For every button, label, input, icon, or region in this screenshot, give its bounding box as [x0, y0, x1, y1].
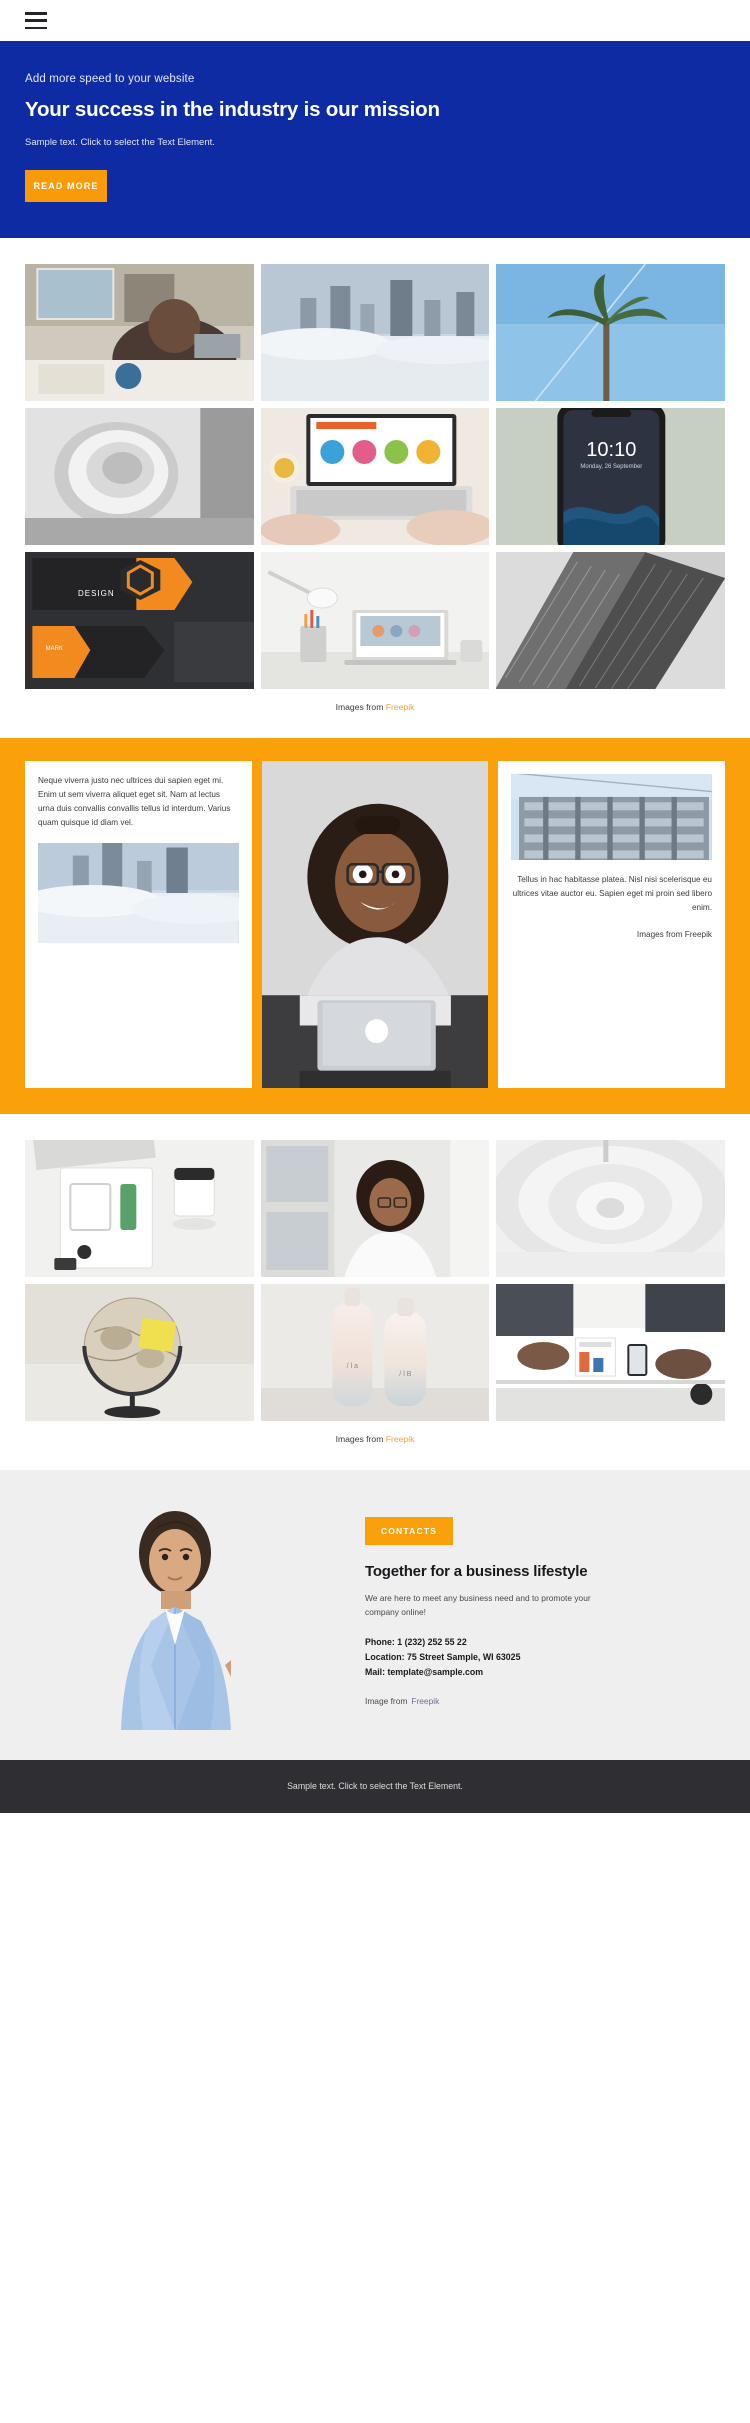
gallery-image-8[interactable]	[260, 552, 490, 689]
gallery-image-4[interactable]	[25, 408, 254, 545]
gallery-image-5[interactable]	[260, 408, 490, 545]
gallery2-image-2[interactable]	[260, 1140, 490, 1278]
gallery-image-6[interactable]: 10:10 Monday, 26 September	[496, 408, 725, 545]
gallery-image-3[interactable]	[496, 264, 725, 401]
feature-card-right: Tellus in hac habitasse platea. Nisl nis…	[498, 761, 725, 1089]
hamburger-bar-1	[25, 12, 47, 15]
gallery2-image-1[interactable]	[25, 1140, 254, 1278]
contact-mail: Mail: template@sample.com	[365, 1666, 484, 1677]
freepik-link-3[interactable]: Freepik	[411, 1696, 439, 1706]
hero-title: Your success in the industry is our miss…	[25, 98, 440, 121]
gallery2-image-4[interactable]	[25, 1284, 254, 1422]
gallery-one-grid: 10:10 Monday, 26 September DESIGN MARK	[25, 264, 725, 689]
feature-left-text: Neque viverra justo nec ultrices dui sap…	[38, 776, 231, 828]
read-more-button[interactable]: READ MORE	[25, 170, 107, 202]
footer: Sample text. Click to select the Text El…	[0, 1760, 750, 1814]
gallery-one-credit: Images from Freepik	[25, 689, 725, 738]
gallery2-image-3[interactable]	[496, 1140, 725, 1278]
hamburger-menu-icon[interactable]	[25, 12, 47, 29]
contact-heading: Together for a business lifestyle	[365, 1563, 588, 1581]
page-root: Add more speed to your website Your succ…	[0, 0, 750, 1814]
hamburger-bar-2	[25, 19, 47, 22]
gallery2-image-5[interactable]: / l a / l B	[260, 1284, 490, 1422]
gallery-image-7[interactable]: DESIGN MARK	[25, 552, 254, 689]
credit-prefix-2: Images from	[335, 1434, 386, 1445]
hamburger-bar-3	[25, 26, 47, 29]
contact-photo	[25, 1495, 345, 1731]
gallery-one: 10:10 Monday, 26 September DESIGN MARK I…	[0, 238, 750, 738]
gallery-two-credit: Images from Freepik	[25, 1421, 725, 1470]
feature-section: Neque viverra justo nec ultrices dui sap…	[0, 738, 750, 1115]
gallery2-image-6[interactable]	[496, 1284, 725, 1422]
contact-lead-text: We are here to meet any business need an…	[365, 1593, 591, 1618]
svg-text:/ l a: / l a	[346, 1363, 357, 1370]
feature-center-image[interactable]	[261, 761, 489, 1089]
feature-right-text: Tellus in hac habitasse platea. Nisl nis…	[512, 875, 712, 913]
feature-left-image[interactable]	[38, 843, 239, 944]
contact-info-block: Phone: 1 (232) 252 55 22 Location: 75 St…	[365, 1635, 725, 1680]
contact-phone: Phone: 1 (232) 252 55 22	[365, 1636, 467, 1647]
freepik-link-2[interactable]: Freepik	[386, 1434, 415, 1444]
gallery-image-1[interactable]	[25, 264, 254, 401]
feature-right-image[interactable]	[511, 774, 712, 860]
credit-prefix: Images from	[335, 702, 386, 712]
svg-text:DESIGN: DESIGN	[78, 589, 115, 598]
feature-right-credit: Images from Freepik	[636, 930, 712, 940]
footer-text: Sample text. Click to select the Text El…	[287, 1781, 463, 1792]
hero-subtitle: Sample text. Click to select the Text El…	[25, 137, 215, 148]
contact-location: Location: 75 Street Sample, WI 63025	[365, 1651, 521, 1662]
contacts-badge-button[interactable]: CONTACTS	[365, 1517, 453, 1546]
gallery-image-9[interactable]	[496, 552, 725, 689]
hero-eyebrow: Add more speed to your website	[25, 73, 195, 85]
svg-text:10:10: 10:10	[587, 439, 637, 461]
contact-credit-prefix: Image from	[365, 1696, 408, 1706]
gallery-image-2[interactable]	[260, 264, 490, 401]
gallery-two-grid: / l a / l B	[25, 1140, 725, 1422]
svg-text:Monday, 26 September: Monday, 26 September	[581, 464, 643, 470]
contact-section: CONTACTS Together for a business lifesty…	[0, 1470, 750, 1761]
svg-text:/ l B: / l B	[399, 1371, 411, 1378]
contact-image-credit: Image from Freepik	[365, 1696, 725, 1706]
svg-text:MARK: MARK	[46, 646, 63, 652]
contact-details: CONTACTS Together for a business lifesty…	[365, 1495, 725, 1706]
gallery-two: / l a / l B Images from Freepik	[0, 1114, 750, 1471]
top-navbar	[0, 0, 750, 41]
freepik-link[interactable]: Freepik	[386, 702, 415, 712]
feature-card-left: Neque viverra justo nec ultrices dui sap…	[25, 761, 252, 1089]
feature-card-center	[261, 761, 489, 1089]
hero-section: Add more speed to your website Your succ…	[0, 41, 750, 238]
